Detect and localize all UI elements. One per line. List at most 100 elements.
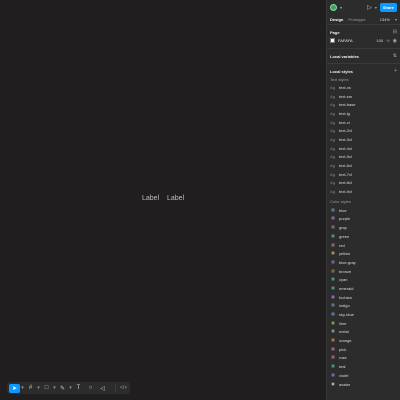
comment-tool-button[interactable]: ○ xyxy=(85,384,96,393)
page-color-swatch[interactable] xyxy=(330,38,335,43)
color-style-item[interactable]: green xyxy=(330,232,397,241)
text-style-item[interactable]: Ag text-2xl xyxy=(330,126,397,135)
color-style-item[interactable]: red xyxy=(330,241,397,250)
color-style-item[interactable]: metal xyxy=(330,328,397,337)
color-style-item[interactable]: lime xyxy=(330,319,397,328)
text-style-icon: Ag xyxy=(330,119,335,125)
local-variables-section[interactable]: Local variables ⇅ xyxy=(327,49,400,64)
color-style-item[interactable]: sky-blue xyxy=(330,310,397,319)
bottom-toolbar: ➤ ▾ # ▾ □ ▾ ✎ ▾ T ○ ◁ </> xyxy=(7,382,130,394)
text-style-icon: Ag xyxy=(330,136,335,142)
design-canvas[interactable]: Label Label ➤ ▾ # ▾ □ ▾ ✎ ▾ T ○ ◁ </> xyxy=(0,0,326,400)
text-tool-button[interactable]: T xyxy=(73,384,84,393)
plus-icon[interactable]: + xyxy=(394,68,397,74)
text-style-item[interactable]: Ag text-3xl xyxy=(330,135,397,144)
color-style-item[interactable]: yellow xyxy=(330,249,397,258)
canvas-text-label[interactable]: Label xyxy=(167,195,184,202)
text-style-item[interactable]: Ag text-5xl xyxy=(330,153,397,162)
color-style-item[interactable]: bronze xyxy=(330,267,397,276)
color-styles-list: blue purple gray green red yellow blue-gray bro… xyxy=(330,206,397,388)
move-tool-button[interactable]: ➤ xyxy=(9,383,20,393)
color-style-label: orange xyxy=(339,338,352,344)
text-style-item[interactable]: Ag text-8xl xyxy=(330,179,397,188)
color-style-label: gray xyxy=(339,225,347,231)
color-swatch xyxy=(330,303,335,308)
chevron-down-icon[interactable]: ▾ xyxy=(340,5,342,10)
text-style-icon: Ag xyxy=(330,163,335,169)
color-swatch xyxy=(330,364,335,369)
dev-mode-toggle[interactable]: </> xyxy=(115,384,127,392)
sidebar-toggle-icon[interactable]: ⊟ xyxy=(393,29,397,35)
text-style-label: text-xl xyxy=(339,119,350,125)
page-opacity[interactable]: 100 xyxy=(376,38,383,43)
eye-icon[interactable]: ◉ xyxy=(393,38,397,44)
chevron-down-icon[interactable]: ▾ xyxy=(69,385,72,391)
color-style-item[interactable]: avatar xyxy=(330,380,397,389)
color-style-label: fuchsia xyxy=(339,294,352,300)
color-style-item[interactable]: cyan xyxy=(330,275,397,284)
comment-icon: ○ xyxy=(88,385,93,391)
text-style-item[interactable]: Ag text-7xl xyxy=(330,170,397,179)
text-style-item[interactable]: Ag text-base xyxy=(330,100,397,109)
color-style-label: emerald xyxy=(339,285,354,291)
tab-design[interactable]: Design xyxy=(330,17,343,22)
panel-tabs: Design Prototype 134% ▾ xyxy=(327,15,400,25)
chevron-down-icon[interactable]: ▾ xyxy=(375,5,377,10)
color-swatch xyxy=(330,312,335,317)
shape-tool-button[interactable]: □ xyxy=(41,384,52,393)
color-style-item[interactable]: orange xyxy=(330,336,397,345)
text-style-item[interactable]: Ag text-6xl xyxy=(330,161,397,170)
share-button[interactable]: Share xyxy=(379,3,397,12)
text-style-label: text-sm xyxy=(339,93,353,99)
color-style-item[interactable]: violet xyxy=(330,371,397,380)
text-style-item[interactable]: Ag text-xs xyxy=(330,83,397,92)
tab-prototype[interactable]: Prototype xyxy=(348,17,365,22)
color-style-item[interactable]: gray xyxy=(330,223,397,232)
chevron-down-icon[interactable]: ▾ xyxy=(395,17,397,22)
color-style-item[interactable]: pink xyxy=(330,345,397,354)
color-style-label: bronze xyxy=(339,268,352,274)
color-swatch xyxy=(330,259,335,264)
zoom-level[interactable]: 134% xyxy=(380,17,390,22)
color-style-item[interactable]: rose xyxy=(330,354,397,363)
color-style-label: cyan xyxy=(339,277,348,283)
text-style-label: text-xs xyxy=(339,84,351,90)
text-style-item[interactable]: Ag text-sm xyxy=(330,92,397,101)
color-style-item[interactable]: teal xyxy=(330,362,397,371)
color-style-label: blue xyxy=(339,207,347,213)
text-style-item[interactable]: Ag text-4xl xyxy=(330,144,397,153)
color-style-item[interactable]: blue-gray xyxy=(330,258,397,267)
color-style-item[interactable]: emerald xyxy=(330,284,397,293)
color-style-label: blue-gray xyxy=(339,259,356,265)
color-style-label: teal xyxy=(339,364,346,370)
color-style-item[interactable]: indigo xyxy=(330,302,397,311)
color-style-item[interactable]: blue xyxy=(330,206,397,215)
chevron-down-icon[interactable]: ▾ xyxy=(21,385,24,391)
text-style-label: text-lg xyxy=(339,110,350,116)
color-swatch xyxy=(330,242,335,247)
color-styles-heading: Color styles xyxy=(330,199,351,205)
play-icon[interactable]: ▷ xyxy=(367,4,372,11)
color-swatch xyxy=(330,225,335,230)
section-title: Page xyxy=(330,29,340,35)
text-style-item[interactable]: Ag text-9xl xyxy=(330,187,397,196)
text-style-item[interactable]: Ag text-xl xyxy=(330,118,397,127)
frame-icon: # xyxy=(28,385,33,391)
canvas-text-label[interactable]: Label xyxy=(142,195,159,202)
text-style-icon: Ag xyxy=(330,154,335,160)
pen-tool-button[interactable]: ✎ xyxy=(57,384,68,393)
sliders-icon[interactable]: ⇅ xyxy=(393,53,397,59)
color-style-item[interactable]: fuchsia xyxy=(330,293,397,302)
chevron-down-icon[interactable]: ▾ xyxy=(53,385,56,391)
actions-tool-button[interactable]: ◁ xyxy=(97,384,108,393)
text-style-icon: Ag xyxy=(330,93,335,99)
avatar[interactable] xyxy=(330,4,337,11)
text-style-item[interactable]: Ag text-lg xyxy=(330,109,397,118)
frame-tool-button[interactable]: # xyxy=(25,384,36,393)
local-styles-label: Local styles xyxy=(330,68,353,74)
color-style-label: sky-blue xyxy=(339,312,354,318)
page-color-hex[interactable]: FAFAFA xyxy=(338,38,353,43)
text-style-icon: Ag xyxy=(330,180,335,186)
color-style-item[interactable]: purple xyxy=(330,215,397,224)
chevron-down-icon[interactable]: ▾ xyxy=(37,385,40,391)
